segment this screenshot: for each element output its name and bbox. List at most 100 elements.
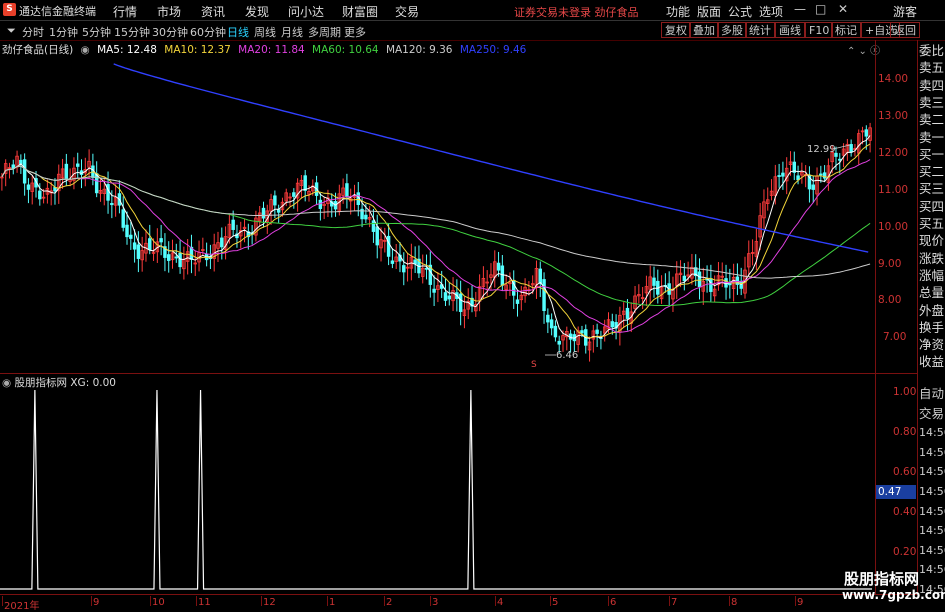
app-title: 通达信金融终端: [19, 5, 96, 18]
tab-weekly[interactable]: 周线: [254, 24, 276, 40]
minimize-icon[interactable]: —: [794, 2, 806, 16]
price-tick: 14.00: [878, 73, 909, 85]
quote-field-label: 买二: [919, 164, 945, 180]
tab-60min[interactable]: 60分钟: [190, 24, 226, 40]
mark-button[interactable]: 标记: [831, 22, 861, 38]
tab-daily[interactable]: 日线: [227, 24, 249, 40]
tab-30min[interactable]: 30分钟: [152, 24, 188, 40]
candle-body: [580, 330, 584, 334]
tick-time: 14:56: [919, 426, 945, 440]
candle-body: [500, 265, 505, 286]
date-tick-mark: [729, 596, 730, 606]
tab-more[interactable]: 更多: [344, 24, 366, 40]
price-tick: 10.00: [878, 221, 909, 233]
title-bar: S 通达信金融终端 行情 市场 资讯 发现 问小达 财富圈 交易 证券交易未登录…: [0, 0, 945, 21]
back-button[interactable]: 返回: [890, 22, 920, 38]
layout-button[interactable]: 版面: [697, 3, 721, 20]
tick-time: 14:56: [919, 485, 945, 498]
auto-trade-label[interactable]: 自动: [919, 384, 944, 403]
price-tick: 12.00: [878, 147, 909, 159]
user-guest[interactable]: 游客: [893, 3, 917, 20]
f10-button[interactable]: F10: [805, 22, 834, 38]
candle-body: [557, 340, 561, 345]
auto-trade-label[interactable]: 交易: [919, 404, 944, 423]
date-tick: 8: [731, 597, 738, 608]
overlay-button[interactable]: 叠加: [689, 22, 719, 38]
price-tick: 13.00: [878, 110, 909, 122]
statistics-button[interactable]: 统计: [745, 22, 775, 38]
axis-divider: [875, 40, 876, 594]
trade-login-notice[interactable]: 证券交易未登录 劲仔食品: [514, 4, 639, 20]
high-price-label: 12.99: [807, 144, 836, 155]
menu-trade[interactable]: 交易: [395, 3, 419, 20]
candle-body: [371, 220, 376, 232]
date-tick: 11: [198, 597, 211, 608]
close-icon[interactable]: ✕: [838, 2, 848, 16]
settings-icon[interactable]: ◉: [81, 44, 90, 56]
restore-rights-button[interactable]: 复权: [661, 22, 691, 38]
indicator-tick: 0.60: [893, 466, 917, 478]
candle-body: [625, 307, 630, 319]
indicator-tick: 1.00: [893, 386, 917, 398]
multi-stock-button[interactable]: 多股: [717, 22, 747, 38]
candle-body: [538, 268, 542, 284]
date-tick-mark: [196, 596, 197, 606]
date-tick-mark: [608, 596, 609, 606]
indicator-tick: 0.20: [893, 546, 917, 558]
candle-body: [811, 184, 815, 190]
candle-body: [375, 226, 379, 246]
indicator-tick: 0.40: [893, 506, 917, 518]
tab-15min[interactable]: 15分钟: [114, 24, 150, 40]
menu-discover[interactable]: 发现: [245, 3, 269, 20]
quote-field-label: 净资: [919, 337, 945, 353]
quote-field-label: 买三: [919, 181, 945, 197]
candle-body: [781, 172, 785, 177]
candle-body: [220, 237, 224, 248]
candle-body: [178, 252, 182, 268]
tab-1min[interactable]: 1分钟: [49, 24, 78, 40]
signal-marker: S: [531, 360, 537, 370]
indicator-line: [0, 389, 872, 590]
ma120-label: MA120: 9.36: [385, 44, 453, 56]
tab-multi-period[interactable]: 多周期: [308, 24, 341, 40]
draw-line-button[interactable]: 画线: [775, 22, 805, 38]
candle-body: [121, 209, 125, 228]
quote-field-label: 总量: [919, 285, 945, 301]
tab-intraday[interactable]: 分时: [22, 24, 44, 40]
date-tick: 7: [671, 597, 678, 608]
formula-button[interactable]: 公式: [728, 3, 752, 20]
menu-market[interactable]: 市场: [157, 3, 181, 20]
menu-news[interactable]: 资讯: [201, 3, 225, 20]
tick-time: 14:56: [919, 563, 945, 577]
indicator-chart[interactable]: [0, 385, 875, 594]
candle-body: [496, 262, 501, 271]
maximize-icon[interactable]: □: [815, 2, 826, 16]
candle-body: [553, 325, 558, 338]
menu-xiaoda[interactable]: 问小达: [288, 3, 324, 20]
candle-body: [132, 242, 137, 250]
menu-wealth-circle[interactable]: 财富圈: [342, 3, 378, 20]
tab-monthly[interactable]: 月线: [281, 24, 303, 40]
indicator-current-value: 0.47: [876, 485, 916, 499]
candle-body: [273, 195, 277, 206]
price-chart[interactable]: [0, 56, 875, 374]
candle-body: [345, 183, 349, 198]
date-tick: 9: [797, 597, 804, 608]
candle-body: [292, 192, 296, 197]
candle-body: [682, 275, 687, 282]
menu-market-quotes[interactable]: 行情: [113, 3, 137, 20]
candle-body: [231, 219, 235, 230]
options-button[interactable]: 选项: [759, 3, 783, 20]
tab-5min[interactable]: 5分钟: [82, 24, 111, 40]
quote-field-label: 换手: [919, 319, 945, 335]
date-tick: 5: [552, 597, 559, 608]
function-button[interactable]: 功能: [666, 3, 690, 20]
date-tick-mark: [384, 596, 385, 606]
quote-field-label: 外盘: [919, 302, 945, 318]
candle-body: [364, 214, 368, 220]
collapse-icon[interactable]: ⏷: [7, 24, 16, 38]
date-tick-mark: [430, 596, 431, 606]
tick-time: 14:56: [919, 465, 945, 479]
candle-body: [261, 207, 266, 219]
candle-body: [402, 265, 406, 273]
